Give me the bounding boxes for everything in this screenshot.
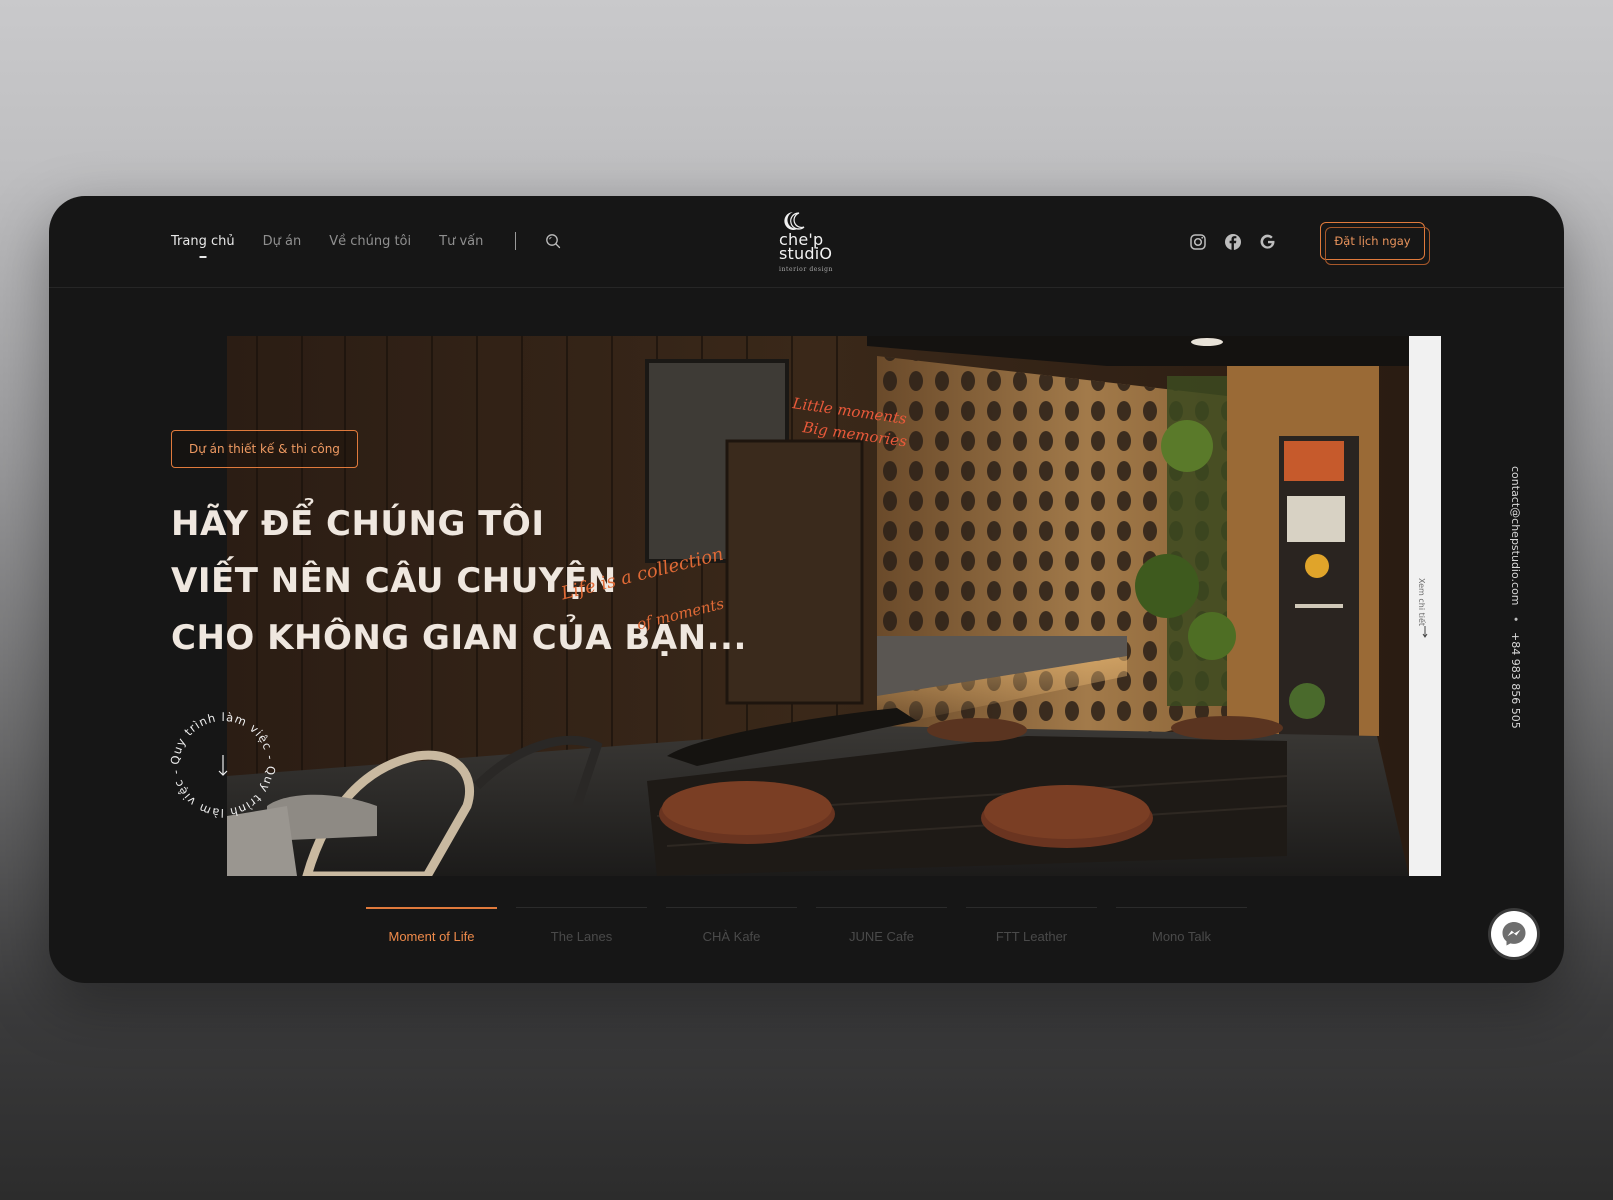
nav-divider <box>515 232 517 250</box>
tab-the-lanes[interactable]: The Lanes <box>516 907 647 947</box>
moon-logo-icon <box>784 212 805 230</box>
social-links <box>1188 232 1293 252</box>
tab-ftt-leather[interactable]: FTT Leather <box>966 907 1097 947</box>
arrow-down-icon <box>1422 626 1428 638</box>
arrow-down-icon <box>218 755 228 776</box>
facebook-icon[interactable] <box>1223 232 1243 252</box>
tab-label: The Lanes <box>550 929 613 944</box>
nav-item-projects[interactable]: Dự án <box>263 234 302 249</box>
hero-headline: HÃY ĐỂ CHÚNG TÔI VIẾT NÊN CÂU CHUYỆN CHO… <box>171 496 747 667</box>
tab-label: Moment of Life <box>388 929 475 944</box>
project-tag-button[interactable]: Dự án thiết kế & thi công <box>171 430 358 468</box>
tab-label: JUNE Cafe <box>848 929 915 944</box>
site-frame: Trang chủ Dự án Về chúng tôi Tư vấn che'… <box>49 196 1564 983</box>
nav-item-home[interactable]: Trang chủ <box>171 234 235 249</box>
book-now-button[interactable]: Đặt lịch ngay <box>1320 222 1430 265</box>
project-tabs: Moment of Life The Lanes CHÀ Kafe JUNE C… <box>366 907 1266 947</box>
instagram-icon[interactable] <box>1188 232 1208 252</box>
contact-separator: • <box>1509 615 1522 623</box>
brand-logo[interactable]: che'p studiO interior design <box>779 210 849 276</box>
main-nav: Trang chủ Dự án Về chúng tôi Tư vấn <box>171 232 562 250</box>
process-circle-badge[interactable]: Quy trình làm việc - Quy trình làm việc … <box>167 709 279 821</box>
tab-mono-talk[interactable]: Mono Talk <box>1116 907 1247 947</box>
nav-item-consult[interactable]: Tư vấn <box>439 234 483 249</box>
logo-text-studio: studiO <box>779 244 833 263</box>
logo-tagline: interior design <box>779 266 834 273</box>
tab-june-cafe[interactable]: JUNE Cafe <box>816 907 947 947</box>
tab-label: Mono Talk <box>1151 929 1211 944</box>
google-icon[interactable] <box>1258 232 1278 252</box>
contact-info: contact@chepstudio.com • +84 983 856 505 <box>1509 466 1522 729</box>
tab-label: FTT Leather <box>995 929 1068 944</box>
tab-label: CHÀ Kafe <box>702 929 761 944</box>
view-details-link[interactable]: Xem chi tiết <box>1417 578 1426 626</box>
messenger-icon <box>1502 922 1526 946</box>
header: Trang chủ Dự án Về chúng tôi Tư vấn che'… <box>49 196 1564 288</box>
messenger-button[interactable] <box>1491 911 1537 957</box>
headline-line-1: HÃY ĐỂ CHÚNG TÔI <box>171 504 545 544</box>
tab-moment-of-life[interactable]: Moment of Life <box>366 907 497 947</box>
hero-side-panel[interactable]: Xem chi tiết <box>1409 336 1441 876</box>
tab-cha-kafe[interactable]: CHÀ Kafe <box>666 907 797 947</box>
search-icon[interactable] <box>544 232 562 250</box>
nav-item-about[interactable]: Về chúng tôi <box>329 234 411 249</box>
contact-email[interactable]: contact@chepstudio.com <box>1509 466 1522 606</box>
contact-phone[interactable]: +84 983 856 505 <box>1509 632 1522 729</box>
